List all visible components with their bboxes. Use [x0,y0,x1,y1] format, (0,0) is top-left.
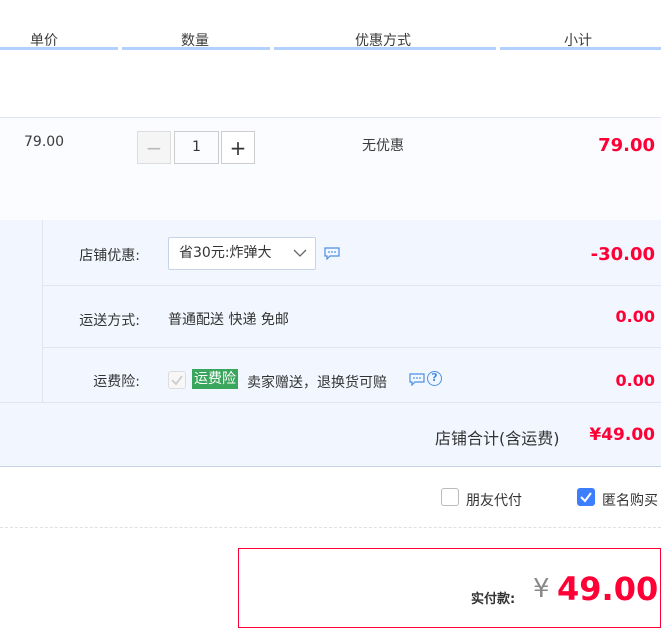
message-icon[interactable] [409,373,425,386]
shipping-amount: 0.00 [615,307,655,326]
message-icon[interactable] [324,247,340,260]
header-underline [0,47,118,50]
quantity-decrease-button[interactable]: − [137,131,171,164]
shipping-method: 普通配送 快递 免邮 [168,312,289,328]
shop-section-border [0,466,661,467]
item-discount: 无优惠 [362,138,404,154]
chevron-down-icon [293,238,307,281]
shipping-label: 运送方式: [79,313,140,329]
promo-selected-value: 省30元:炸弹大 [179,245,272,261]
insurance-checkbox[interactable] [168,371,186,389]
insurance-amount: 0.00 [615,371,655,390]
help-icon[interactable]: ? [427,371,442,386]
insurance-description: 卖家赠送，退换货可赔 [247,375,387,391]
item-subtotal: 79.00 [598,135,655,156]
header-underline [122,47,270,50]
dashed-divider [0,527,661,528]
row-divider [0,402,661,403]
quantity-increase-button[interactable]: + [221,131,255,164]
friend-pay-label[interactable]: 朋友代付 [466,490,522,510]
payment-label: 实付款: [471,592,516,607]
promo-amount: -30.00 [590,244,655,265]
shop-total-amount: ¥49.00 [589,425,655,445]
payment-amount: 49.00 [557,570,659,608]
friend-pay-checkbox[interactable] [441,488,459,506]
anonymous-label[interactable]: 匿名购买 [602,490,658,510]
row-divider [42,347,661,348]
unit-price: 79.00 [24,134,65,150]
header-underline [500,47,661,50]
header-underline [274,47,496,50]
promo-select[interactable]: 省30元:炸弹大 [168,237,316,270]
insurance-badge: 运费险 [192,369,238,389]
promo-label: 店铺优惠: [79,248,140,264]
row-divider [42,285,661,286]
quantity-input[interactable]: 1 [174,131,219,164]
insurance-label: 运费险: [93,374,140,390]
shop-total-label: 店铺合计(含运费) [435,429,560,448]
payment-currency: ¥ [533,574,550,604]
cart-item-row [0,117,661,221]
anonymous-checkbox[interactable] [577,488,595,506]
